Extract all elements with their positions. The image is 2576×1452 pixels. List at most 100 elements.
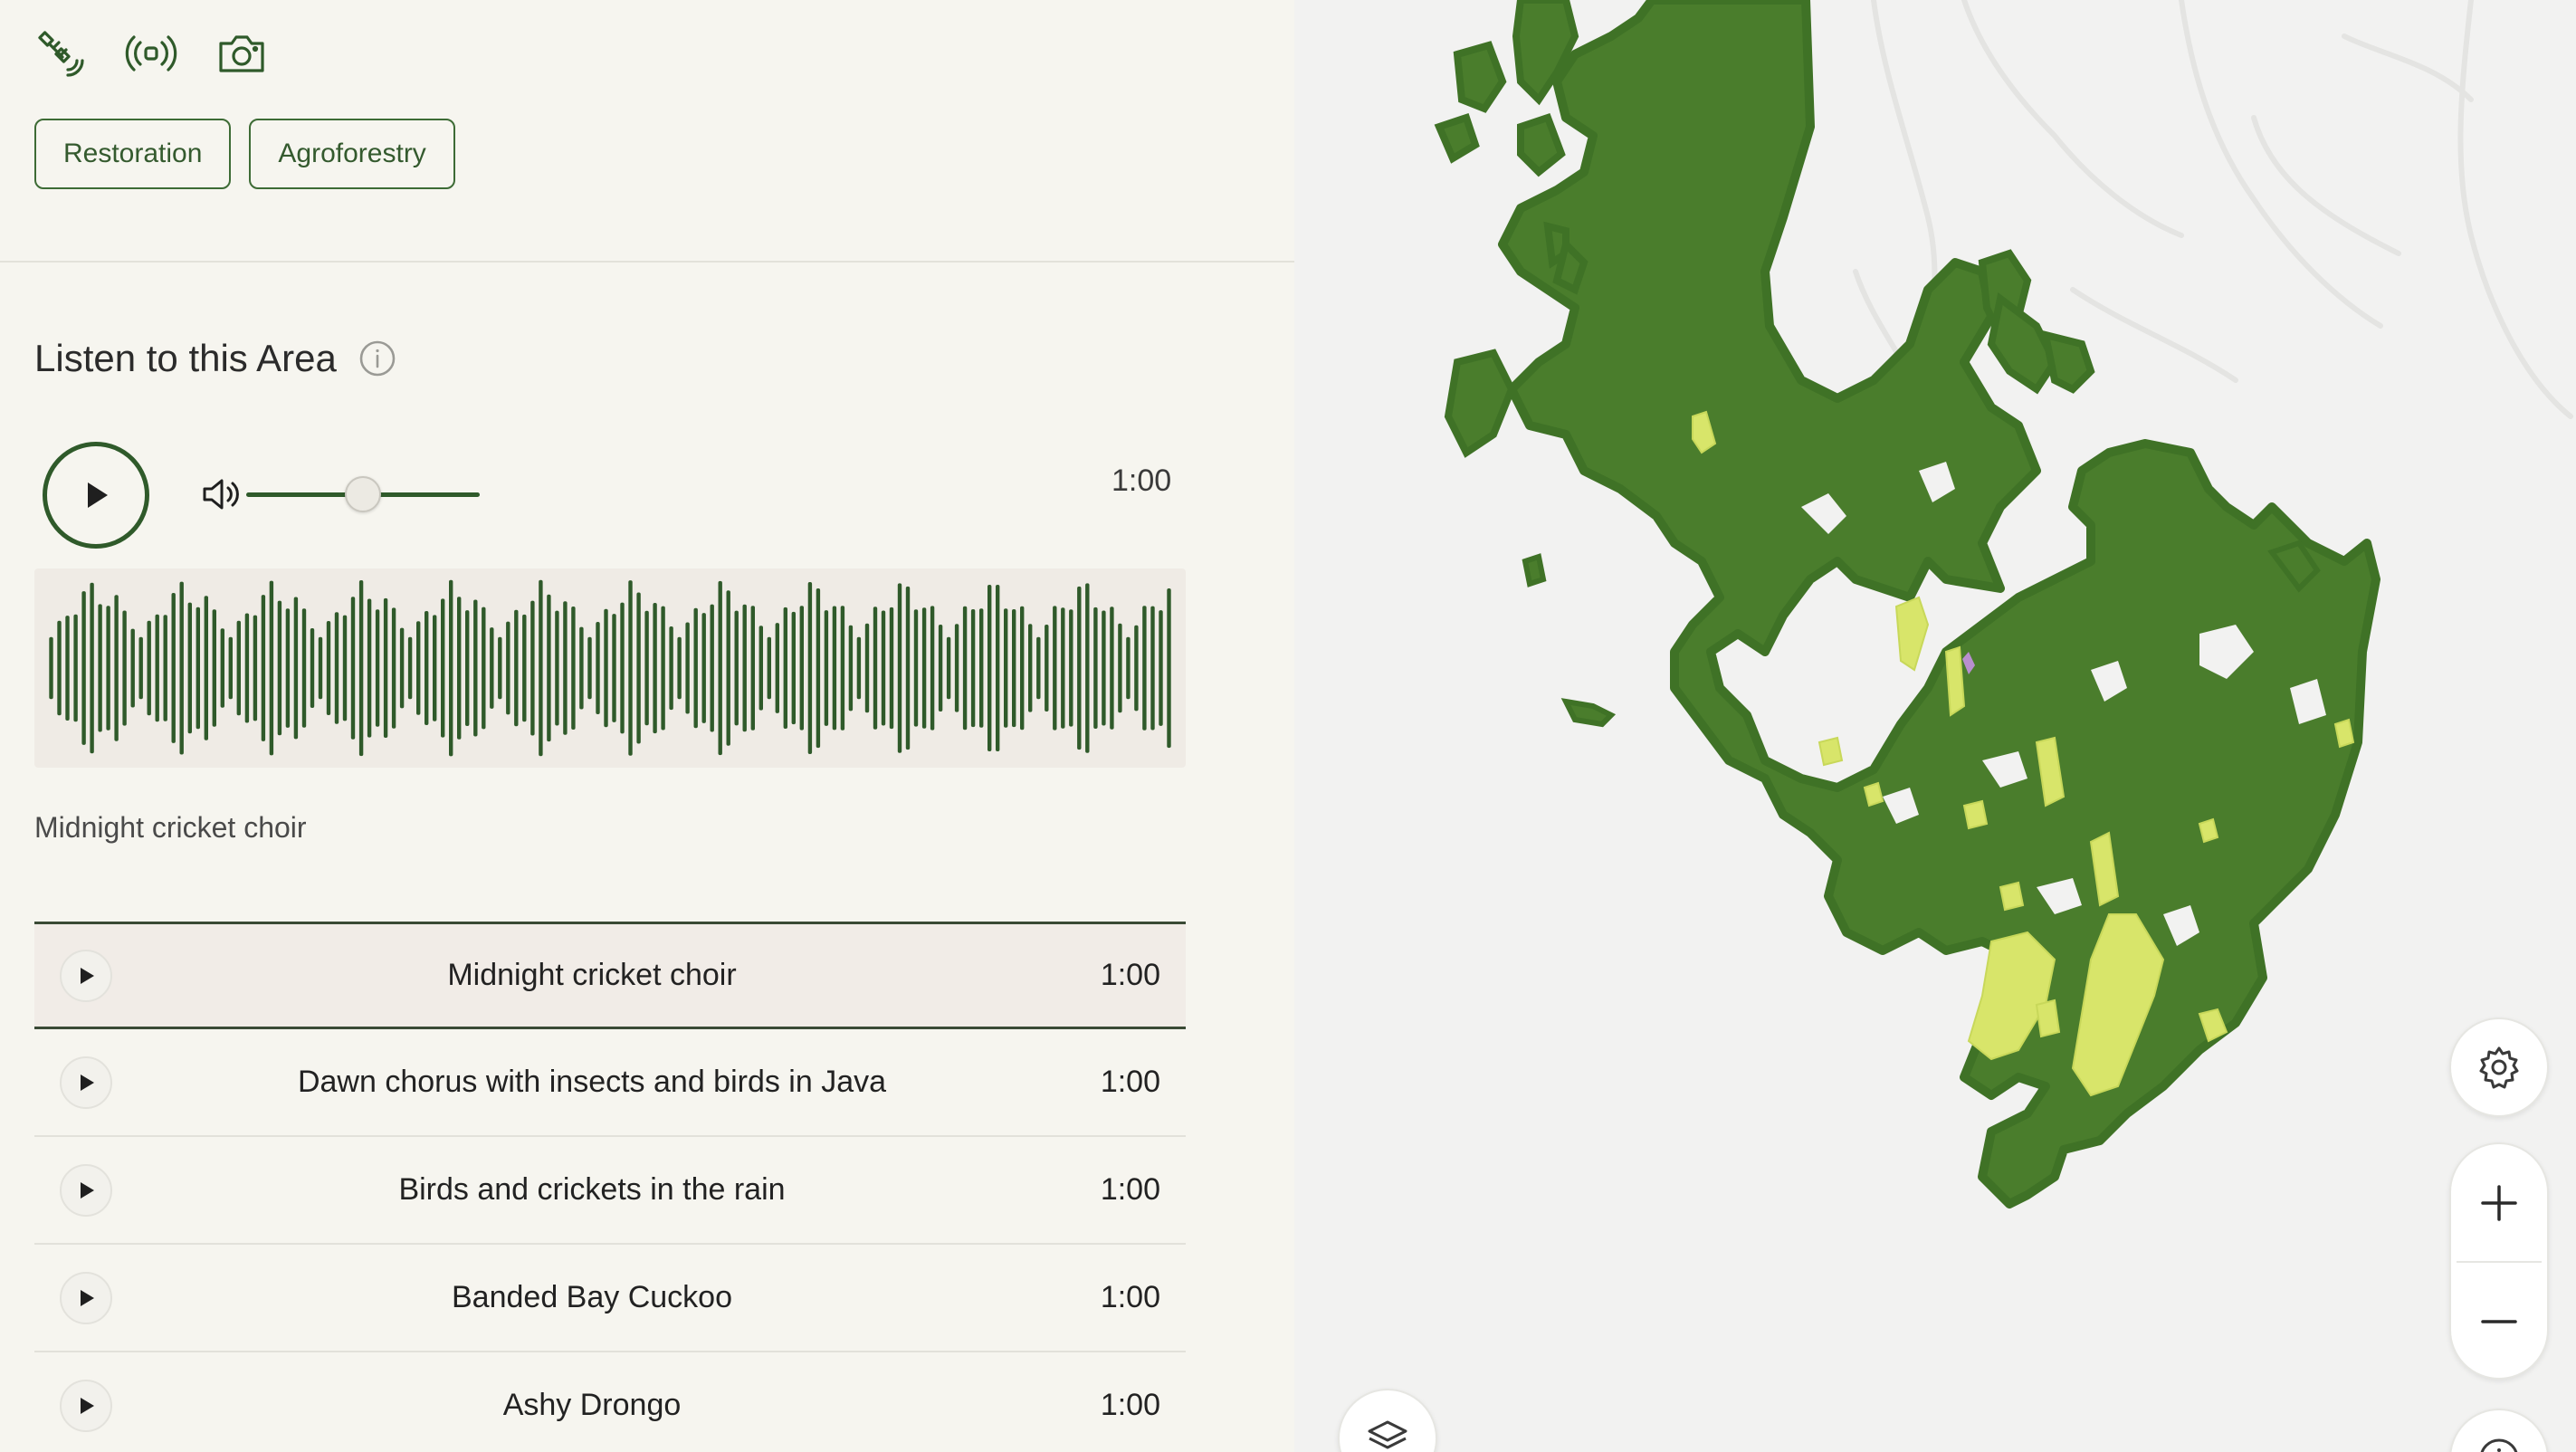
- volume-icon[interactable]: [197, 471, 244, 518]
- waveform-bar: [938, 625, 943, 712]
- waveform-bar: [750, 606, 755, 731]
- waveform-bar: [73, 614, 78, 722]
- waveform-bar: [1150, 606, 1155, 731]
- broadcast-icon[interactable]: [125, 27, 177, 80]
- waveform-bar: [358, 580, 364, 757]
- track-play-button[interactable]: [60, 1056, 112, 1109]
- waveform-bar: [905, 586, 911, 750]
- waveform-bar: [522, 614, 527, 722]
- track-play-button[interactable]: [60, 1271, 112, 1324]
- track-duration: 1:00: [1100, 1388, 1160, 1422]
- waveform-bar: [187, 602, 192, 734]
- waveform-bar: [710, 604, 714, 732]
- info-icon[interactable]: [358, 339, 396, 377]
- track-item[interactable]: Dawn chorus with insects and birds in Ja…: [34, 1029, 1186, 1137]
- track-name: Birds and crickets in the rain: [398, 1172, 786, 1207]
- waveform-bar: [930, 606, 935, 731]
- track-item[interactable]: Birds and crickets in the rain 1:00: [34, 1137, 1186, 1245]
- player-duration: 1:00: [1111, 463, 1172, 498]
- minus-icon: [2481, 1319, 2517, 1323]
- waveform-bar: [620, 602, 625, 734]
- waveform-bar: [1134, 625, 1139, 712]
- waveform-bar: [1020, 606, 1025, 731]
- waveform-bar: [196, 607, 200, 730]
- track-duration: 1:00: [1100, 1172, 1160, 1207]
- waveform-bar: [114, 595, 119, 741]
- waveform-bar: [498, 636, 502, 700]
- play-icon: [81, 1181, 94, 1199]
- waveform-bar: [350, 597, 356, 740]
- camera-icon[interactable]: [215, 27, 268, 80]
- play-icon: [81, 1074, 94, 1091]
- tag-agroforestry[interactable]: Agroforestry: [249, 119, 455, 189]
- waveform-bar: [913, 609, 919, 727]
- waveform-bar: [465, 610, 470, 726]
- waveform-bar: [433, 615, 437, 721]
- track-item[interactable]: Ashy Drongo 1:00: [34, 1352, 1186, 1452]
- waveform-bar: [1045, 625, 1049, 712]
- waveform-bar: [375, 609, 380, 727]
- volume-slider-handle[interactable]: [345, 476, 381, 512]
- waveform-bar: [799, 606, 804, 731]
- map-view[interactable]: [1294, 0, 2576, 1452]
- waveform-bar: [563, 601, 568, 735]
- waveform-bar: [840, 606, 845, 731]
- waveform-bar: [1053, 606, 1057, 731]
- zoom-controls: [2449, 1142, 2549, 1380]
- waveform-bar: [1126, 636, 1131, 700]
- waveform-bar: [701, 613, 706, 723]
- map-settings-button[interactable]: [2449, 1017, 2549, 1117]
- waveform-bar: [1028, 624, 1033, 712]
- listen-section-title: Listen to this Area: [34, 337, 396, 380]
- section-divider: [0, 261, 1294, 263]
- waveform-bar: [996, 585, 1000, 751]
- waveform-bar: [767, 636, 771, 700]
- waveform-bar: [1159, 610, 1163, 726]
- track-play-button[interactable]: [60, 1379, 112, 1432]
- waveform-bar: [1069, 609, 1073, 727]
- track-duration: 1:00: [1100, 1065, 1160, 1099]
- waveform-bar: [367, 598, 372, 738]
- play-icon: [81, 1397, 94, 1414]
- zoom-out-button[interactable]: [2451, 1263, 2547, 1378]
- waveform-bar: [416, 621, 421, 715]
- waveform-bar: [301, 608, 307, 728]
- waveform-bar: [171, 593, 176, 743]
- waveform-bar: [514, 609, 519, 727]
- waveform-bar: [1077, 586, 1082, 750]
- waveform-bar: [244, 613, 250, 723]
- waveform-bar: [539, 579, 543, 757]
- waveform-bar: [604, 608, 608, 728]
- waveform-bar: [482, 607, 486, 730]
- waveform-bar: [587, 636, 592, 700]
- waveform-bar: [783, 607, 787, 729]
- waveform-bar: [293, 597, 299, 740]
- map-canvas: [1434, 0, 2573, 1208]
- side-panel: Restoration Agroforestry Listen to this …: [0, 0, 1294, 1452]
- waveform-bar: [742, 604, 747, 732]
- waveform-bar: [946, 636, 951, 700]
- track-play-button[interactable]: [60, 949, 112, 1002]
- waveform-bar: [1085, 583, 1090, 753]
- track-name: Midnight cricket choir: [447, 958, 737, 992]
- track-item[interactable]: Midnight cricket choir 1:00: [34, 922, 1186, 1029]
- waveform-bar: [407, 636, 413, 700]
- waveform-bar: [130, 628, 135, 708]
- plus-icon: [2481, 1184, 2517, 1221]
- audio-waveform[interactable]: [34, 568, 1186, 768]
- track-name: Ashy Drongo: [502, 1388, 682, 1422]
- main-play-button[interactable]: [43, 442, 149, 549]
- waveform-bar: [889, 607, 894, 730]
- tag-restoration[interactable]: Restoration: [34, 119, 232, 189]
- waveform-bar: [326, 621, 331, 715]
- waveform-bar: [791, 611, 796, 725]
- waveform-bar: [718, 580, 722, 756]
- satellite-icon[interactable]: [34, 27, 87, 80]
- waveform-bar: [1110, 607, 1114, 730]
- track-item[interactable]: Banded Bay Cuckoo 1:00: [34, 1245, 1186, 1352]
- zoom-in-button[interactable]: [2451, 1144, 2547, 1261]
- track-play-button[interactable]: [60, 1163, 112, 1217]
- now-playing-label: Midnight cricket choir: [34, 811, 307, 844]
- waveform-bar: [90, 582, 94, 754]
- waveform-bar: [179, 581, 184, 755]
